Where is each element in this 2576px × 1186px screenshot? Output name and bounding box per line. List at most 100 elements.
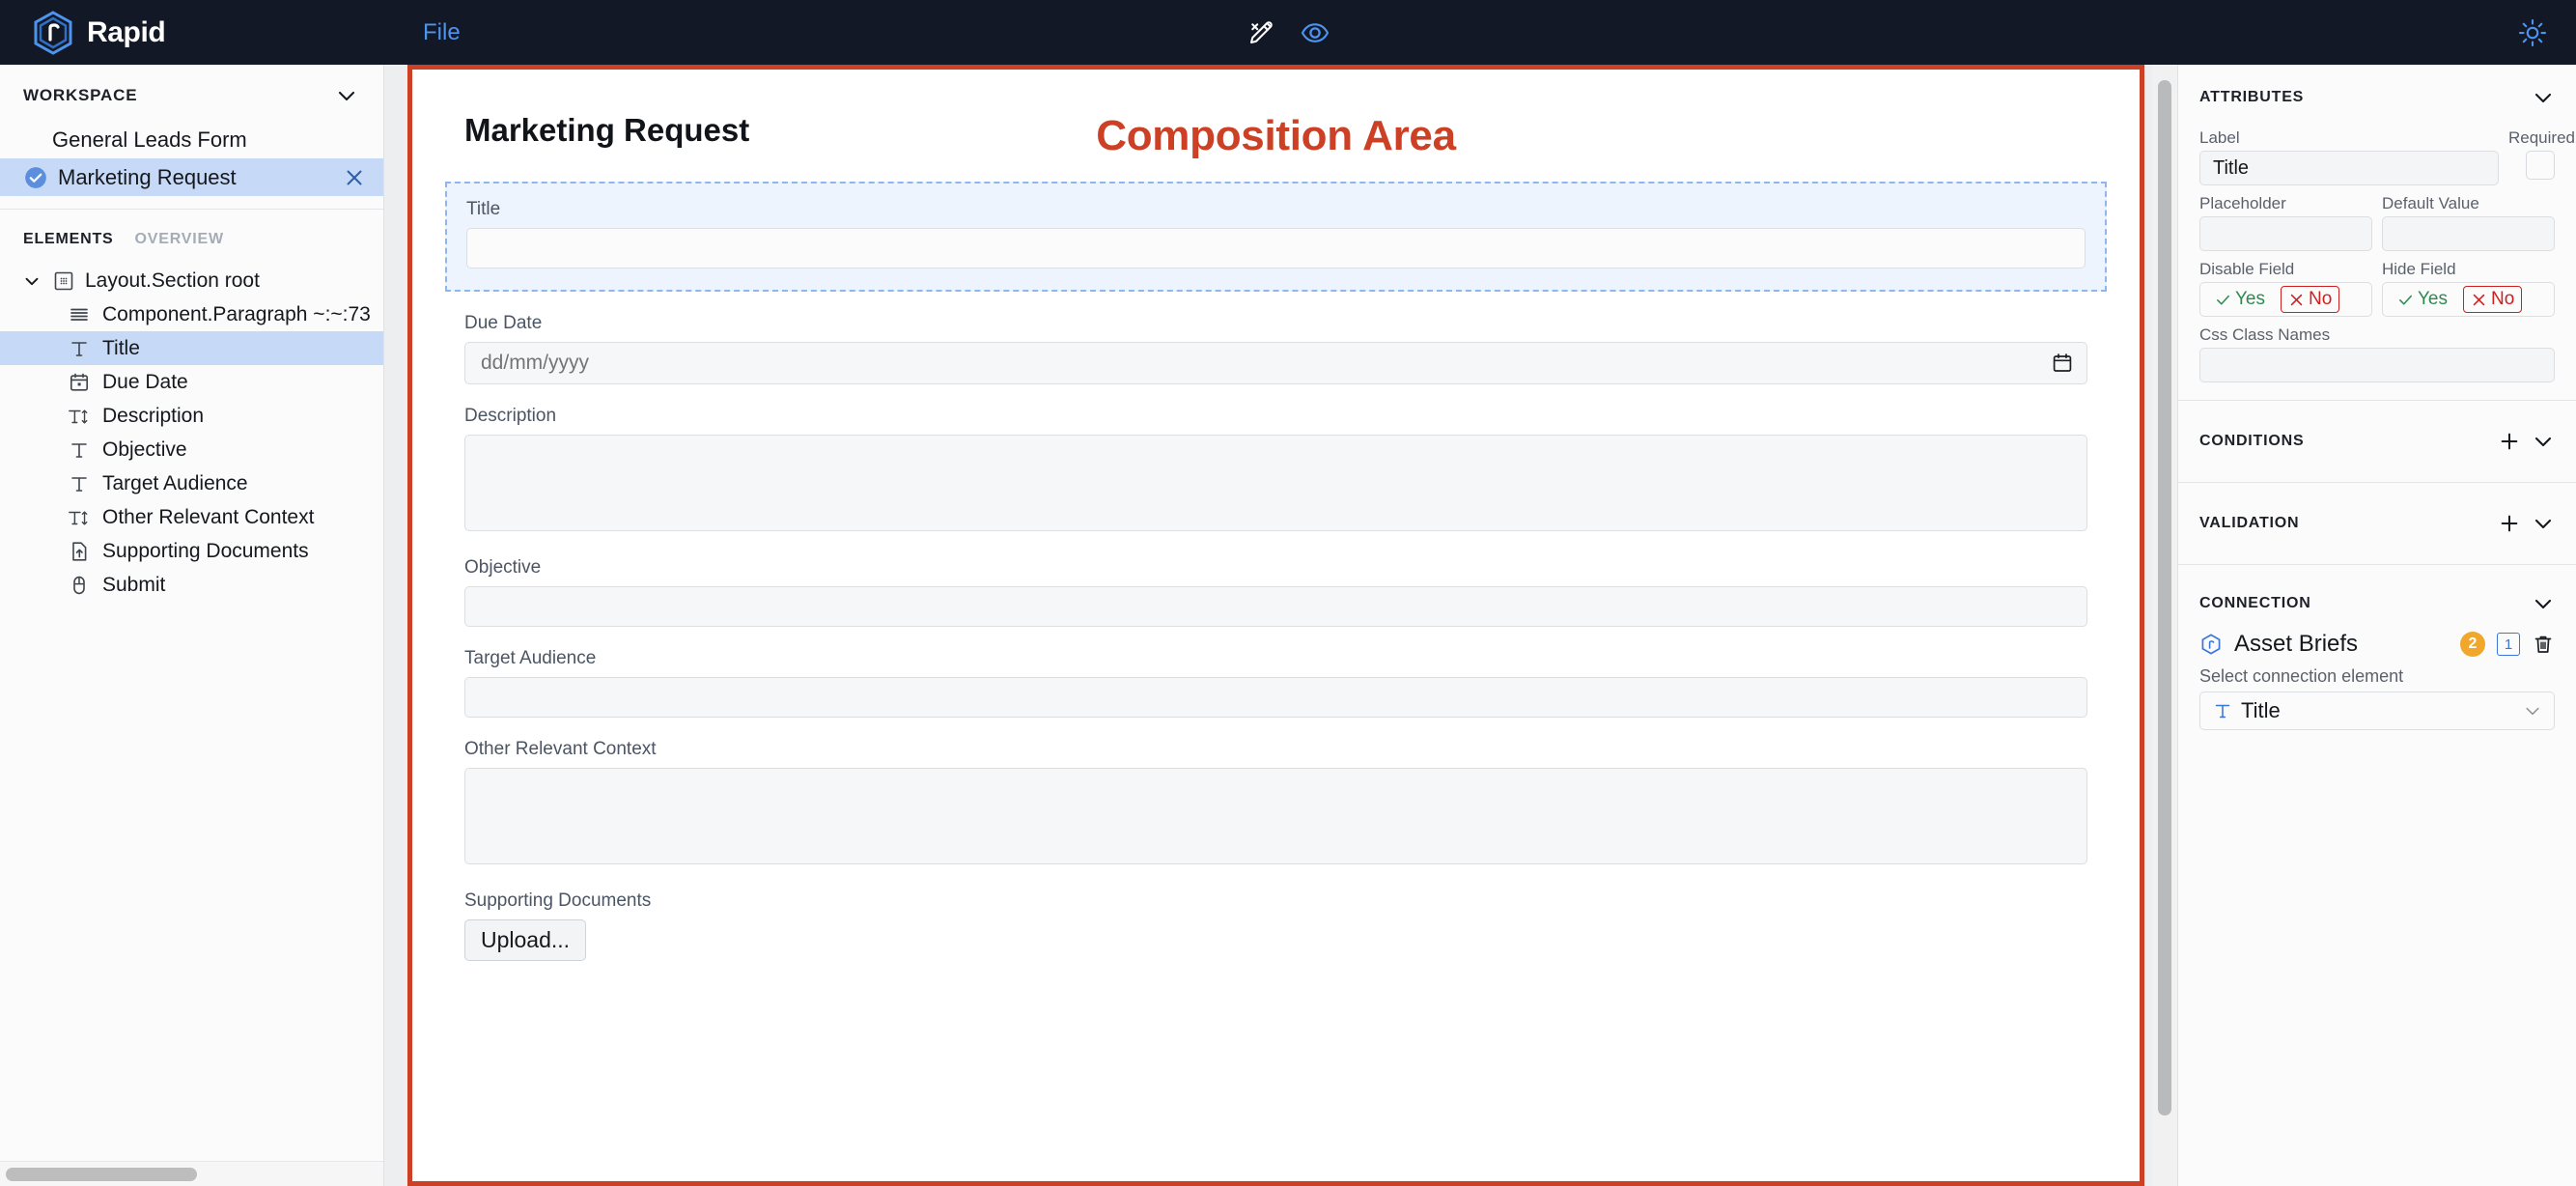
chevron-down-icon[interactable] (2532, 430, 2555, 453)
check-icon (2399, 295, 2412, 305)
tree-item-label: Due Date (102, 370, 188, 393)
connection-header[interactable]: CONNECTION (2178, 565, 2576, 631)
x-icon (2290, 294, 2303, 305)
description-textarea[interactable] (464, 435, 2087, 531)
rapid-hexagon-logo-icon (34, 10, 72, 55)
chevron-down-icon[interactable] (21, 270, 42, 292)
field-label-description: Description (464, 406, 557, 426)
tree-item-objective[interactable]: Objective (0, 433, 383, 466)
scrollbar-thumb[interactable] (2158, 80, 2171, 1115)
placeholder-default-row: Placeholder Default Value (2199, 194, 2555, 251)
default-value-input[interactable] (2382, 216, 2555, 251)
tree-item-title[interactable]: Title (0, 331, 383, 365)
attributes-title: ATTRIBUTES (2199, 89, 2305, 105)
other-relevant-context-textarea[interactable] (464, 768, 2087, 864)
workspace-header[interactable]: WORKSPACE (0, 65, 383, 121)
tree-item-supporting-documents[interactable]: Supporting Documents (0, 534, 383, 568)
connection-count-badge[interactable]: 2 (2460, 632, 2485, 657)
field-label-other-relevant-context: Other Relevant Context (464, 739, 657, 759)
trash-delete-icon[interactable] (2532, 633, 2555, 656)
text-field-icon (71, 476, 87, 492)
check-icon (2217, 295, 2229, 305)
tree-item-layout-section-root[interactable]: Layout.Section root (0, 264, 383, 297)
disable-field-no[interactable]: No (2281, 286, 2340, 313)
chevron-down-icon[interactable] (335, 84, 358, 107)
brand: Rapid (0, 10, 386, 55)
composition-area-annotation: Composition Area (1096, 112, 1456, 159)
tree-item-label: Target Audience (102, 471, 248, 494)
add-condition-icon[interactable] (2499, 431, 2520, 452)
rapid-hexagon-icon (2201, 634, 2221, 655)
form-field-supporting-documents: Supporting Documents Upload... (464, 890, 2087, 961)
tree-item-component-paragraph[interactable]: Component.Paragraph ~:~:73 (0, 297, 383, 331)
sidebar-horizontal-scrollbar[interactable] (0, 1161, 383, 1186)
title-input[interactable] (466, 228, 2086, 268)
objective-input[interactable] (464, 586, 2087, 627)
conditions-header[interactable]: CONDITIONS (2178, 401, 2576, 482)
menu-file[interactable]: File (423, 19, 461, 46)
add-validation-icon[interactable] (2499, 513, 2520, 534)
disable-field-caption: Disable Field (2199, 260, 2295, 278)
hide-field-yes[interactable]: Yes (2390, 286, 2455, 313)
tree-item-target-audience[interactable]: Target Audience (0, 466, 383, 500)
canvas-vertical-scrollbar[interactable] (2152, 65, 2177, 1186)
connection-element-dropdown[interactable]: Title (2199, 692, 2555, 730)
connection-item[interactable]: Asset Briefs 2 1 (2199, 631, 2555, 658)
pencil-edit-icon[interactable] (1246, 18, 1275, 47)
hide-field-group: Hide Field Yes No (2382, 260, 2555, 317)
validation-header[interactable]: VALIDATION (2178, 483, 2576, 564)
attributes-header[interactable]: ATTRIBUTES (2178, 65, 2576, 128)
hide-field-toggle[interactable]: Yes No (2382, 282, 2555, 317)
tab-overview[interactable]: OVERVIEW (135, 231, 224, 248)
due-date-input[interactable] (464, 342, 2087, 384)
tab-elements[interactable]: ELEMENTS (23, 231, 114, 248)
scrollbar-thumb[interactable] (6, 1168, 197, 1181)
top-right-tools (2518, 18, 2547, 47)
tree-item-other-relevant-context[interactable]: Other Relevant Context (0, 500, 383, 534)
x-icon (2473, 294, 2485, 305)
form-field-other-relevant-context: Other Relevant Context (464, 739, 2087, 869)
workspace-item-marketing-request[interactable]: Marketing Request (0, 158, 383, 196)
workspace-item-general-leads-form[interactable]: General Leads Form (0, 121, 383, 158)
tree-item-label: Supporting Documents (102, 539, 309, 562)
chevron-down-icon[interactable] (2532, 86, 2555, 109)
brand-name: Rapid (87, 15, 166, 48)
sun-light-mode-icon[interactable] (2518, 18, 2547, 47)
eye-preview-icon[interactable] (1301, 18, 1330, 47)
calendar-picker-icon[interactable] (2051, 352, 2074, 375)
right-properties-panel: ATTRIBUTES Label Required (2177, 65, 2576, 1186)
hide-field-no[interactable]: No (2463, 286, 2523, 313)
target-audience-input[interactable] (464, 677, 2087, 718)
tree-item-due-date[interactable]: Due Date (0, 365, 383, 399)
disable-field-yes[interactable]: Yes (2207, 286, 2273, 313)
form-field-title[interactable]: Title (445, 182, 2107, 292)
chevron-down-icon[interactable] (2532, 592, 2555, 615)
tree-item-label: Component.Paragraph ~:~:73 (102, 302, 371, 325)
attributes-body: Label Required Placeholder Def (2178, 128, 2576, 400)
css-class-names-input[interactable] (2199, 348, 2555, 382)
close-icon[interactable] (343, 166, 366, 189)
disable-field-toggle[interactable]: Yes No (2199, 282, 2372, 317)
textarea-icon (69, 409, 88, 424)
chevron-down-icon[interactable] (2523, 701, 2542, 720)
form-field-description: Description (464, 406, 2087, 536)
required-checkbox[interactable] (2526, 151, 2555, 180)
paragraph-icon (70, 308, 88, 321)
elements-tabs: ELEMENTS OVERVIEW (0, 210, 383, 262)
chevron-down-icon[interactable] (2532, 512, 2555, 535)
connection-index-badge[interactable]: 1 (2497, 633, 2520, 656)
field-label-title: Title (466, 199, 501, 219)
default-value-field-group: Default Value (2382, 194, 2555, 251)
composition-area-outline: Composition Area Marketing Request Title… (407, 65, 2144, 1186)
tree-item-submit[interactable]: Submit (0, 568, 383, 602)
connection-title: CONNECTION (2199, 595, 2311, 611)
required-field-group: Required (2508, 128, 2575, 185)
upload-button[interactable]: Upload... (464, 919, 587, 961)
css-class-names-group: Css Class Names (2199, 325, 2555, 382)
placeholder-input[interactable] (2199, 216, 2372, 251)
tree-item-description[interactable]: Description (0, 399, 383, 433)
disable-hide-row: Disable Field Yes No Hide Field Yes No (2199, 260, 2555, 317)
label-input[interactable] (2199, 151, 2499, 185)
form-field-target-audience: Target Audience (464, 648, 2087, 718)
tree-item-label: Objective (102, 438, 187, 461)
